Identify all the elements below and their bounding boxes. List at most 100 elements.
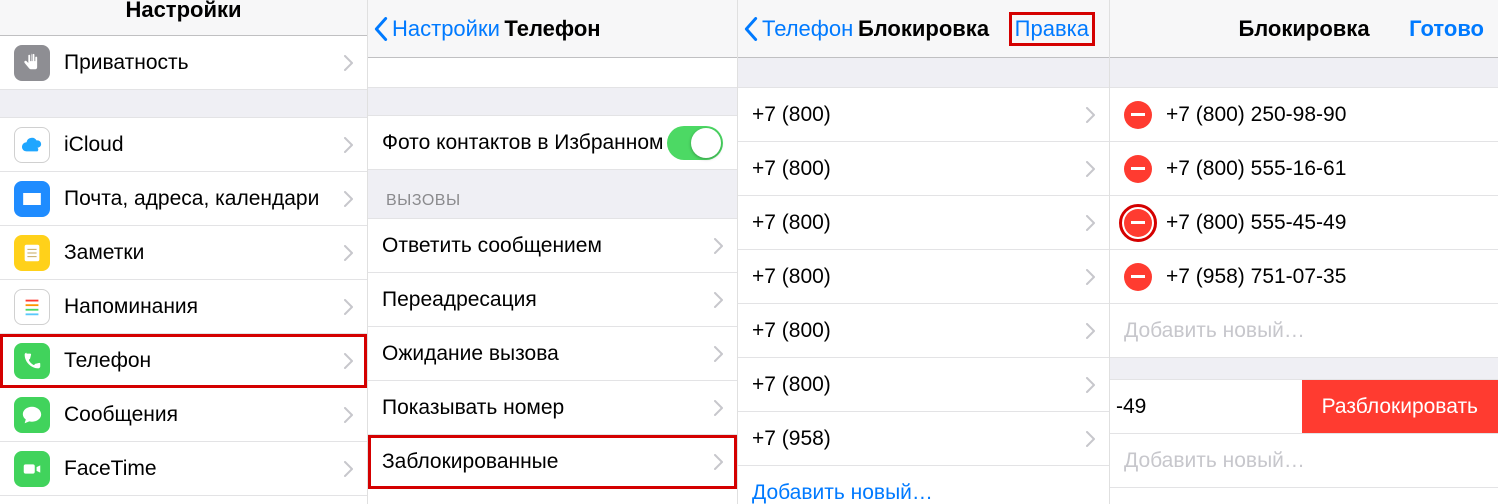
add-new-label: Добавить новый…	[752, 481, 1095, 504]
section-gap	[1110, 58, 1498, 88]
blocked-number-edit-row[interactable]: +7 (800) 555-45-49	[1110, 196, 1498, 250]
row-label: FaceTime	[64, 457, 344, 481]
call-settings-row[interactable]: Ответить сообщением	[368, 219, 737, 273]
navbar: Телефон Блокировка Правка	[738, 0, 1109, 58]
page-title: Телефон	[504, 16, 600, 42]
add-new-label: Добавить новый…	[1124, 449, 1484, 473]
add-new-row[interactable]: Добавить новый…	[1110, 434, 1498, 488]
chevron-right-icon	[714, 400, 723, 416]
blocked-number-row[interactable]: +7 (800)	[738, 250, 1109, 304]
message-icon	[14, 397, 50, 433]
back-label: Настройки	[392, 16, 500, 42]
add-new-row[interactable]: Добавить новый…	[1110, 304, 1498, 358]
chevron-right-icon	[714, 238, 723, 254]
call-settings-row[interactable]: Переадресация	[368, 273, 737, 327]
section-gap	[368, 88, 737, 116]
chevron-right-icon	[1086, 107, 1095, 123]
chevron-right-icon	[1086, 215, 1095, 231]
settings-row-почта-адреса-календари[interactable]: Почта, адреса, календари	[0, 172, 367, 226]
edit-button[interactable]: Правка	[1009, 12, 1095, 46]
settings-row-приватность[interactable]: Приватность	[0, 36, 367, 90]
contact-photos-row[interactable]: Фото контактов в Избранном	[368, 116, 737, 170]
phone-settings-panel: Настройки Телефон Фото контактов в Избра…	[368, 0, 738, 504]
page-title: Настройки	[125, 0, 241, 23]
blocked-number-edit-row[interactable]: +7 (958) 751-07-35	[1110, 250, 1498, 304]
row-label: +7 (800) 555-16-61	[1166, 157, 1484, 181]
row-label: +7 (800)	[752, 157, 1086, 181]
row-label: Почта, адреса, календари	[64, 187, 344, 211]
settings-row-напоминания[interactable]: Напоминания	[0, 280, 367, 334]
blocked-number-row[interactable]: +7 (800)	[738, 88, 1109, 142]
row-label: Телефон	[64, 349, 344, 373]
blocked-number-edit-row[interactable]: +7 (800) 555-16-61	[1110, 142, 1498, 196]
blocking-edit-panel: Блокировка Готово +7 (800) 250-98-90 +7 (…	[1110, 0, 1498, 504]
row-label: Ожидание вызова	[382, 342, 714, 366]
chevron-right-icon	[344, 137, 353, 153]
chevron-right-icon	[714, 292, 723, 308]
call-settings-row[interactable]: Ожидание вызова	[368, 327, 737, 381]
settings-row-телефон[interactable]: Телефон	[0, 334, 367, 388]
row-label: +7 (800)	[752, 103, 1086, 127]
row-label: Показывать номер	[382, 396, 714, 420]
chevron-right-icon	[1086, 431, 1095, 447]
row-label: +7 (800)	[752, 211, 1086, 235]
back-button[interactable]: Телефон	[744, 16, 853, 42]
blocked-number-row[interactable]: +7 (800)	[738, 142, 1109, 196]
section-header: ВЫЗОВЫ	[368, 170, 737, 219]
row-label: Заблокированные	[382, 450, 714, 474]
blocked-number-row[interactable]: +7 (800)	[738, 304, 1109, 358]
settings-row-заметки[interactable]: Заметки	[0, 226, 367, 280]
cloud-icon	[14, 127, 50, 163]
notes-icon	[14, 235, 50, 271]
delete-minus-icon[interactable]	[1124, 263, 1152, 291]
blocked-number-edit-row[interactable]: +7 (800) 250-98-90	[1110, 88, 1498, 142]
truncated-row	[368, 58, 737, 88]
blocked-number-row[interactable]: +7 (800)	[738, 196, 1109, 250]
chevron-right-icon	[1086, 377, 1095, 393]
row-label: +7 (800)	[752, 319, 1086, 343]
row-label: +7 (800)	[752, 265, 1086, 289]
row-label: +7 (958)	[752, 427, 1086, 451]
add-new-row[interactable]: Добавить новый…	[738, 466, 1109, 504]
row-label: Приватность	[64, 51, 344, 75]
done-button[interactable]: Готово	[1409, 16, 1484, 42]
navbar: Настройки Телефон	[368, 0, 737, 58]
call-settings-row[interactable]: Заблокированные	[368, 435, 737, 489]
unblock-label: Разблокировать	[1322, 395, 1478, 419]
chevron-right-icon	[1086, 269, 1095, 285]
facetime-icon	[14, 451, 50, 487]
settings-row-icloud[interactable]: iCloud	[0, 118, 367, 172]
row-label: +7 (958) 751-07-35	[1166, 265, 1484, 289]
mail-icon	[14, 181, 50, 217]
toggle-switch[interactable]	[667, 126, 723, 160]
delete-minus-icon[interactable]	[1124, 209, 1152, 237]
row-label: +7 (800) 250-98-90	[1166, 103, 1484, 127]
settings-row-facetime[interactable]: FaceTime	[0, 442, 367, 496]
chevron-right-icon	[344, 461, 353, 477]
swipe-row[interactable]: -49 Разблокировать	[1110, 380, 1498, 434]
chevron-right-icon	[714, 454, 723, 470]
blocked-number-row[interactable]: +7 (958)	[738, 412, 1109, 466]
chevron-right-icon	[714, 346, 723, 362]
row-label: iCloud	[64, 133, 344, 157]
blocked-number-row[interactable]: +7 (800)	[738, 358, 1109, 412]
page-title: Блокировка	[1238, 16, 1369, 42]
chevron-right-icon	[344, 191, 353, 207]
settings-panel: Настройки Приватность iCloud Почта, адрес…	[0, 0, 368, 504]
navbar: Блокировка Готово	[1110, 0, 1498, 58]
navbar: Настройки	[0, 0, 367, 36]
unblock-button[interactable]: Разблокировать	[1302, 380, 1498, 433]
delete-minus-icon[interactable]	[1124, 101, 1152, 129]
row-label: Ответить сообщением	[382, 234, 714, 258]
chevron-right-icon	[344, 353, 353, 369]
chevron-right-icon	[344, 299, 353, 315]
back-button[interactable]: Настройки	[374, 16, 500, 42]
chevron-right-icon	[1086, 323, 1095, 339]
call-settings-row[interactable]: Показывать номер	[368, 381, 737, 435]
delete-minus-icon[interactable]	[1124, 155, 1152, 183]
add-new-label: Добавить новый…	[1124, 319, 1484, 343]
row-label: Сообщения	[64, 403, 344, 427]
row-label: +7 (800)	[752, 373, 1086, 397]
settings-row-сообщения[interactable]: Сообщения	[0, 388, 367, 442]
chevron-right-icon	[344, 245, 353, 261]
